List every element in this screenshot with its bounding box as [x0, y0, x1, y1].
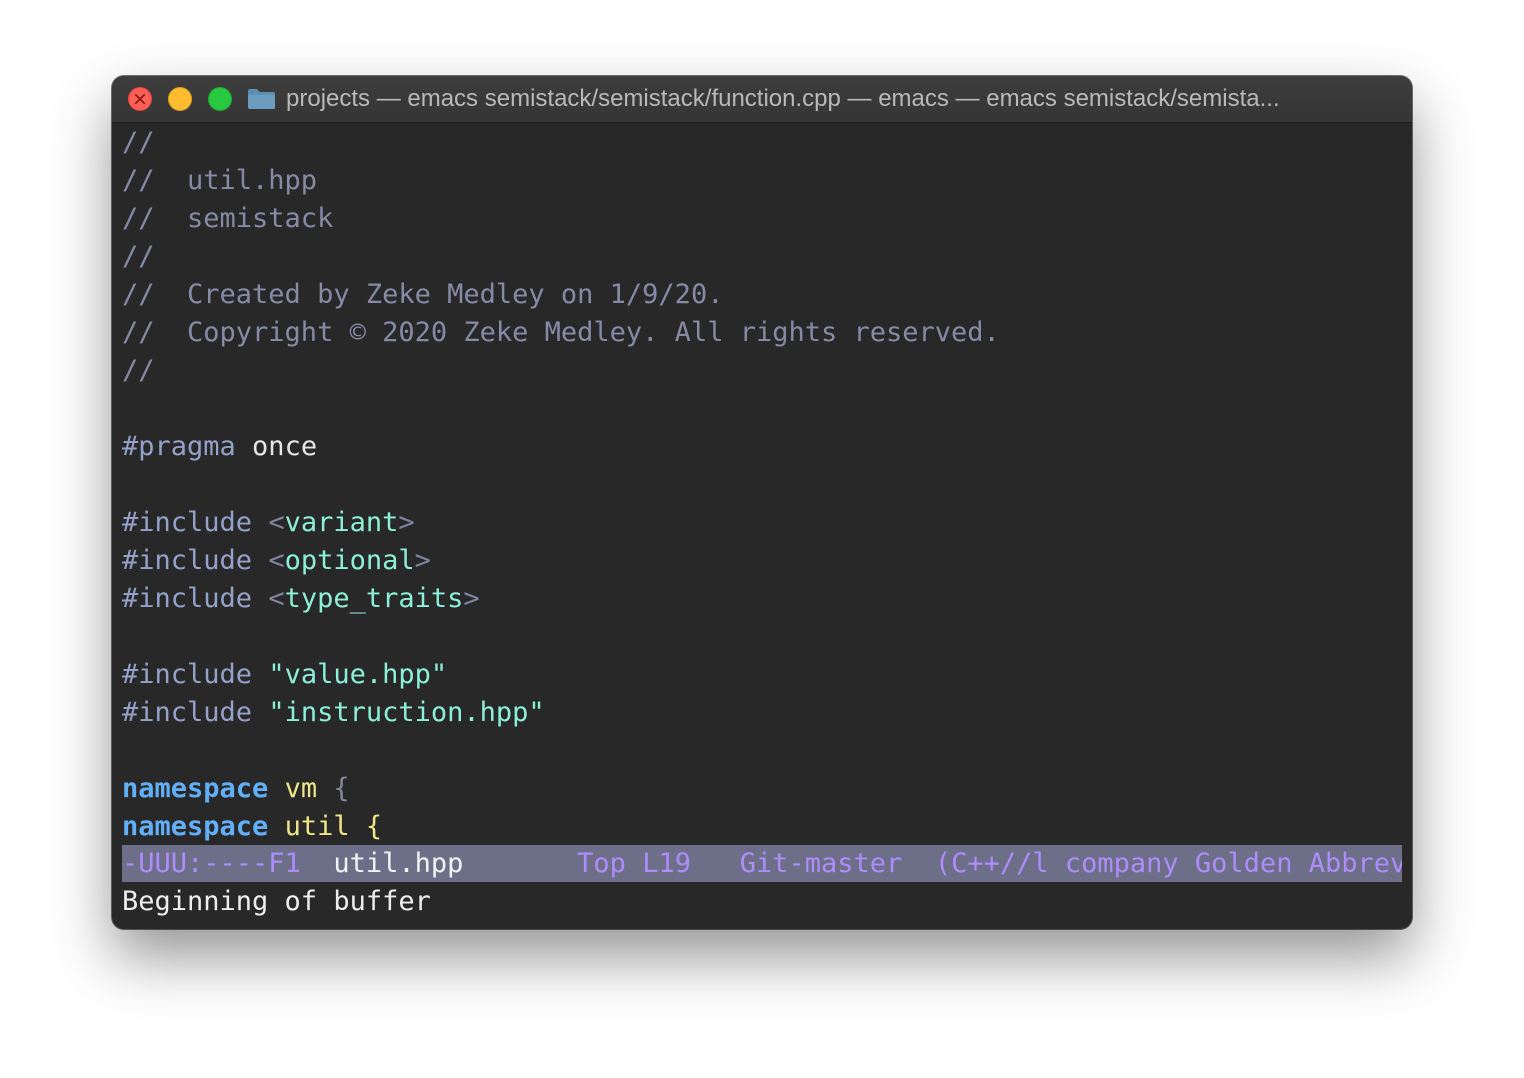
code-line: namespace vm {	[122, 770, 1402, 808]
code-token: type_traits	[284, 583, 464, 614]
code-token: <	[268, 583, 285, 614]
code-token: util	[268, 811, 366, 842]
mode-line[interactable]: -UUU:----F1 util.hpp Top L19 Git-master …	[122, 845, 1402, 882]
code-line: #include "instruction.hpp"	[122, 694, 1402, 732]
code-token: // semistack	[122, 203, 334, 234]
code-token: >	[414, 545, 431, 576]
code-token: optional	[284, 545, 415, 576]
code-token: namespace	[122, 773, 269, 804]
code-token: #include	[122, 545, 269, 576]
code-line: #include <variant>	[122, 504, 1402, 542]
code-token: {	[333, 773, 350, 804]
title-bar[interactable]: projects — emacs semistack/semistack/fun…	[112, 76, 1412, 123]
window-title: projects — emacs semistack/semistack/fun…	[286, 85, 1280, 112]
code-token: vm	[268, 773, 334, 804]
code-line: #include "value.hpp"	[122, 656, 1402, 694]
code-token: >	[398, 507, 415, 538]
code-token: <	[268, 545, 285, 576]
modeline-status: -UUU:----F1	[122, 848, 301, 879]
code-line: // Copyright © 2020 Zeke Medley. All rig…	[122, 314, 1402, 352]
code-token: #include	[122, 697, 269, 728]
modeline-buffer-name[interactable]: util.hpp	[333, 848, 463, 879]
code-token: #include	[122, 507, 269, 538]
emacs-window: projects — emacs semistack/semistack/fun…	[112, 76, 1412, 929]
code-token: <	[268, 507, 285, 538]
code-token: //	[122, 355, 155, 386]
folder-icon	[248, 89, 275, 109]
close-icon[interactable]	[128, 87, 152, 111]
modeline-modes[interactable]: (C++//l company Golden Abbrev)	[935, 848, 1402, 879]
code-token: #include	[122, 583, 269, 614]
code-line: #include <type_traits>	[122, 580, 1402, 618]
code-buffer[interactable]: // // util.hpp // semistack // // Created by…	[122, 124, 1402, 846]
code-token: //	[122, 241, 155, 272]
code-token: // Copyright © 2020 Zeke Medley. All rig…	[122, 317, 1000, 348]
zoom-icon[interactable]	[208, 87, 232, 111]
code-line: //	[122, 352, 1402, 390]
code-line: //	[122, 238, 1402, 276]
code-line: // util.hpp	[122, 162, 1402, 200]
code-token: #pragma	[122, 431, 236, 462]
code-line: // semistack	[122, 200, 1402, 238]
code-token: "instruction.hpp"	[268, 697, 545, 728]
code-line: #include <optional>	[122, 542, 1402, 580]
code-token: //	[122, 127, 155, 158]
echo-area: Beginning of buffer	[122, 886, 431, 917]
code-line: namespace util {	[122, 808, 1402, 846]
code-token: namespace	[122, 811, 269, 842]
code-token: {	[365, 811, 383, 842]
code-line: // Created by Zeke Medley on 1/9/20.	[122, 276, 1402, 314]
code-token: once	[235, 431, 318, 462]
code-token: >	[463, 583, 480, 614]
code-token: // Created by Zeke Medley on 1/9/20.	[122, 279, 724, 310]
code-token: "value.hpp"	[268, 659, 448, 690]
code-token: #include	[122, 659, 269, 690]
code-token: variant	[284, 507, 399, 538]
code-line: #pragma once	[122, 428, 1402, 466]
minimize-icon[interactable]	[168, 87, 192, 111]
modeline-vc-branch[interactable]: Git-master	[740, 848, 903, 879]
modeline-position: Top L19	[577, 848, 691, 879]
code-line: //	[122, 124, 1402, 162]
code-token: // util.hpp	[122, 165, 318, 196]
